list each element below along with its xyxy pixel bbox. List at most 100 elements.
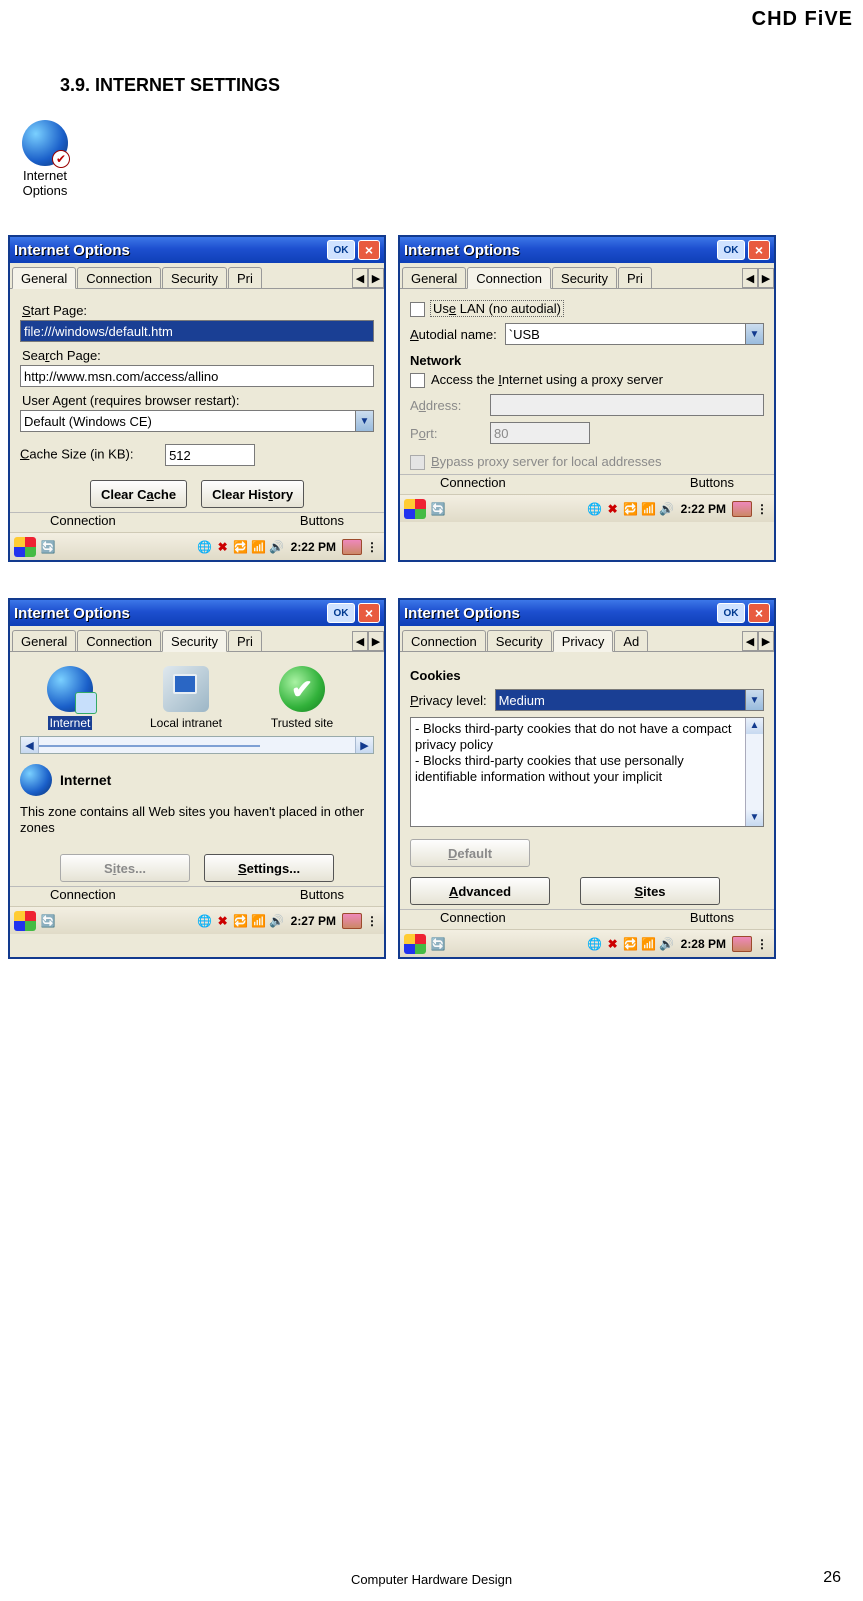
statusbar-right: Buttons [300,513,344,532]
cache-size-input[interactable] [165,444,255,466]
tab-scroll-right-icon[interactable]: ▶ [368,268,384,288]
taskbar: 🔄 🌐 ✖ 🔁 📶 🔊 2:22 PM ⋮ [400,494,774,522]
tray-device-icon[interactable]: 📶 [251,913,267,929]
tray-icon[interactable]: 🔄 [40,913,56,929]
tab-scroll-right-icon[interactable]: ▶ [758,631,774,651]
internet-options-desktop-icon[interactable]: ✔ Internet Options [10,120,80,198]
tab-scroll-left-icon[interactable]: ◀ [742,268,758,288]
tray-speaker-icon[interactable]: 🔊 [659,501,675,517]
tray-sync-icon[interactable]: 🔁 [233,913,249,929]
tab-general[interactable]: General [12,267,76,289]
ok-button[interactable]: OK [717,603,745,623]
ok-button[interactable]: OK [717,240,745,260]
scroll-right-icon[interactable]: ▶ [355,737,373,753]
tab-scroll-right-icon[interactable]: ▶ [758,268,774,288]
ok-button[interactable]: OK [327,240,355,260]
tray-globe-icon[interactable]: 🌐 [197,913,213,929]
tab-scroll-left-icon[interactable]: ◀ [742,631,758,651]
tab-privacy-truncated[interactable]: Pri [228,267,262,288]
tab-security[interactable]: Security [487,630,552,651]
tabstrip: General Connection Security Pri ◀ ▶ [10,263,384,289]
tab-security[interactable]: Security [162,630,227,652]
start-button-icon[interactable] [404,934,426,954]
tray-globe-icon[interactable]: 🌐 [587,501,603,517]
use-lan-checkbox[interactable] [410,302,425,317]
scroll-left-icon[interactable]: ◀ [21,737,39,753]
tab-connection[interactable]: Connection [77,630,161,651]
zone-internet[interactable]: Internet [22,666,118,730]
start-page-input[interactable] [20,320,374,342]
proxy-checkbox[interactable] [410,373,425,388]
tab-general[interactable]: General [402,267,466,288]
dropdown-icon[interactable]: ▼ [355,411,373,431]
taskbar: 🔄 🌐 ✖ 🔁 📶 🔊 2:22 PM ⋮ [10,532,384,560]
close-button[interactable]: × [748,603,770,623]
titlebar: Internet Options OK × [400,600,774,626]
tab-connection[interactable]: Connection [467,267,551,289]
tab-connection[interactable]: Connection [77,267,161,288]
tray-x-icon[interactable]: ✖ [215,913,231,929]
tray-sync-icon[interactable]: 🔁 [623,936,639,952]
tray-device-icon[interactable]: 📶 [251,539,267,555]
settings-button[interactable]: Settings... [204,854,334,882]
dropdown-icon[interactable]: ▼ [745,324,763,344]
scroll-up-icon[interactable]: ▲ [746,718,763,734]
proxy-label: Access the Internet using a proxy server [431,372,663,387]
keyboard-icon[interactable] [732,501,752,517]
tab-security[interactable]: Security [162,267,227,288]
keyboard-icon[interactable] [342,913,362,929]
vertical-scrollbar[interactable]: ▲ ▼ [745,718,763,826]
tray-device-icon[interactable]: 📶 [641,936,657,952]
tray-x-icon[interactable]: ✖ [605,936,621,952]
tab-scroll-right-icon[interactable]: ▶ [368,631,384,651]
tab-privacy-truncated[interactable]: Pri [618,267,652,288]
keyboard-icon[interactable] [342,539,362,555]
tray-speaker-icon[interactable]: 🔊 [269,913,285,929]
tray-device-icon[interactable]: 📶 [641,501,657,517]
tray-speaker-icon[interactable]: 🔊 [269,539,285,555]
tray-globe-icon[interactable]: 🌐 [197,539,213,555]
search-page-input[interactable] [20,365,374,387]
ok-button[interactable]: OK [327,603,355,623]
scroll-down-icon[interactable]: ▼ [746,810,763,826]
keyboard-icon[interactable] [732,936,752,952]
cache-size-label: Cache Size (in KB): [20,446,133,461]
zone-local-intranet[interactable]: Local intranet [138,666,234,730]
tray-speaker-icon[interactable]: 🔊 [659,936,675,952]
user-agent-select[interactable]: Default (Windows CE) ▼ [20,410,374,432]
tray-icon[interactable]: 🔄 [430,936,446,952]
zone-trusted-sites[interactable]: ✔ Trusted site [254,666,350,730]
sites-button[interactable]: Sites [580,877,720,905]
tab-privacy-truncated[interactable]: Pri [228,630,262,651]
tray-sync-icon[interactable]: 🔁 [233,539,249,555]
start-button-icon[interactable] [14,537,36,557]
start-button-icon[interactable] [404,499,426,519]
autodial-select[interactable]: `USB ▼ [505,323,764,345]
tray-sync-icon[interactable]: 🔁 [623,501,639,517]
close-button[interactable]: × [358,603,380,623]
tray-x-icon[interactable]: ✖ [215,539,231,555]
tray-x-icon[interactable]: ✖ [605,501,621,517]
privacy-level-select[interactable]: Medium ▼ [495,689,764,711]
tab-scroll-left-icon[interactable]: ◀ [352,631,368,651]
close-button[interactable]: × [748,240,770,260]
tray-icon[interactable]: 🔄 [430,501,446,517]
start-button-icon[interactable] [14,911,36,931]
clear-history-button[interactable]: Clear History [201,480,304,508]
close-button[interactable]: × [358,240,380,260]
clear-cache-button[interactable]: Clear Cache [90,480,187,508]
scroll-thumb[interactable] [39,745,260,747]
tray-globe-icon[interactable]: 🌐 [587,936,603,952]
globe-icon: ✔ [22,120,68,166]
tab-security[interactable]: Security [552,267,617,288]
tab-general[interactable]: General [12,630,76,651]
dropdown-icon[interactable]: ▼ [745,690,763,710]
tab-connection[interactable]: Connection [402,630,486,651]
autodial-label: Autodial name: [410,327,497,342]
zone-scrollbar[interactable]: ◀ ▶ [20,736,374,754]
tab-privacy[interactable]: Privacy [553,630,614,652]
tab-advanced-truncated[interactable]: Ad [614,630,648,651]
advanced-button[interactable]: Advanced [410,877,550,905]
tab-scroll-left-icon[interactable]: ◀ [352,268,368,288]
tray-icon[interactable]: 🔄 [40,539,56,555]
